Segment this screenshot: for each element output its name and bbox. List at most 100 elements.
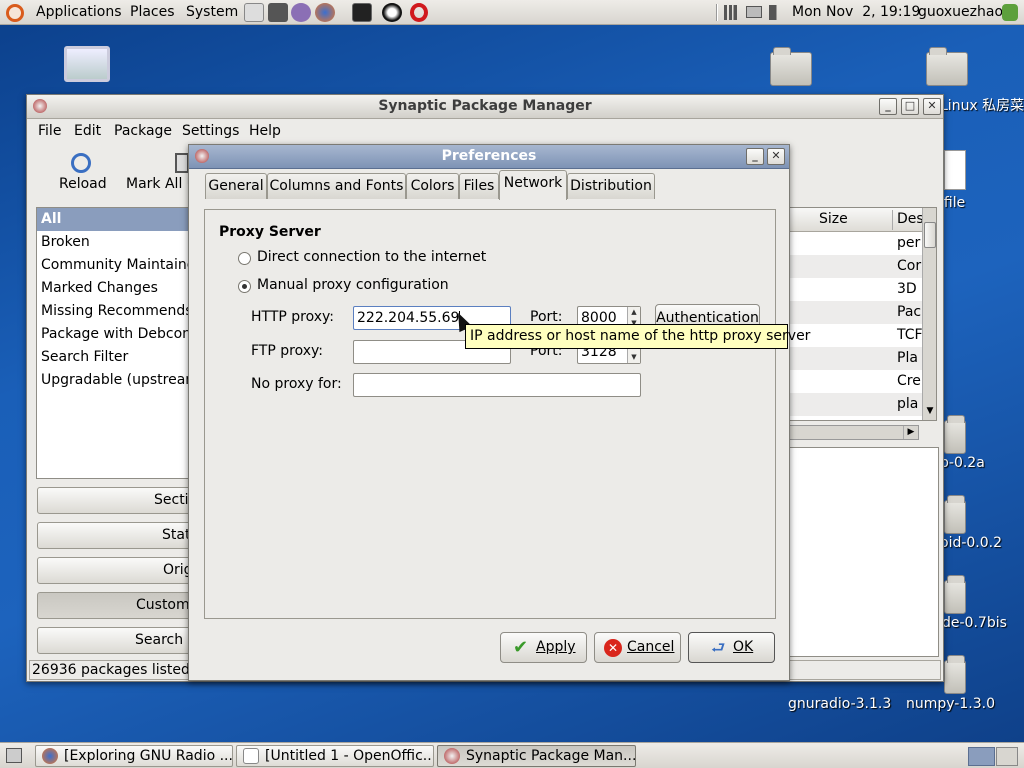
maximize-button[interactable]: □: [901, 98, 919, 115]
apply-button[interactable]: ✔ Apply: [500, 632, 587, 663]
folder-icon[interactable]: [926, 47, 968, 86]
menu-system[interactable]: System: [186, 2, 238, 22]
close-button[interactable]: ✕: [767, 148, 785, 165]
filter-item-all[interactable]: All: [37, 208, 195, 231]
preferences-titlebar[interactable]: Preferences _ ✕: [189, 145, 789, 169]
minimize-button[interactable]: _: [746, 148, 764, 165]
table-row[interactable]: per: [790, 232, 936, 255]
tab-general[interactable]: General: [205, 173, 267, 199]
workspace-switcher[interactable]: [996, 747, 1018, 766]
tab-colors[interactable]: Colors: [406, 173, 459, 199]
folder-icon[interactable]: [944, 575, 966, 614]
network-signal-icon[interactable]: [724, 5, 740, 20]
table-row[interactable]: 3D: [790, 278, 936, 301]
show-desktop-icon[interactable]: [6, 748, 22, 763]
pidgin-icon[interactable]: [291, 3, 311, 22]
option-direct-label[interactable]: Direct connection to the internet: [257, 249, 486, 265]
mail-icon[interactable]: [244, 3, 264, 22]
synaptic-titlebar[interactable]: Synaptic Package Manager _ □ ✕: [27, 95, 943, 119]
reload-button[interactable]: Reload: [59, 176, 107, 192]
desktop-icon-label[interactable]: p-0.2a: [940, 455, 985, 471]
computer-icon[interactable]: [64, 46, 110, 82]
terminal-icon[interactable]: [352, 3, 372, 22]
synaptic-app-icon: [444, 748, 460, 764]
table-row[interactable]: Pac: [790, 301, 936, 324]
firefox-icon[interactable]: [315, 3, 335, 22]
file-icon[interactable]: [944, 150, 966, 190]
desktop-icon-label[interactable]: Linux 私房菜: [940, 95, 1024, 115]
table-row[interactable]: TCF: [790, 324, 936, 347]
menu-package[interactable]: Package: [114, 123, 172, 139]
spin-up-icon[interactable]: ▲: [627, 307, 640, 318]
desktop-icon-label[interactable]: numpy-1.3.0: [906, 696, 995, 712]
menu-settings[interactable]: Settings: [182, 123, 239, 139]
opera-icon[interactable]: [410, 3, 428, 22]
desktop-icon-label[interactable]: gnuradio-3.1.3: [788, 696, 891, 712]
status-button[interactable]: Status: [37, 522, 197, 549]
filter-item[interactable]: Community Maintaine: [41, 254, 195, 277]
desktop-icon-label[interactable]: oid-0.0.2: [940, 535, 1002, 551]
table-row[interactable]: Cor: [790, 255, 936, 278]
column-description[interactable]: Des: [897, 211, 924, 227]
radio-manual-proxy[interactable]: [238, 280, 251, 293]
spin-down-icon[interactable]: ▼: [627, 352, 640, 363]
column-size[interactable]: Size: [819, 211, 848, 227]
tab-distribution[interactable]: Distribution: [567, 173, 655, 199]
proxy-tooltip: IP address or host name of the http prox…: [465, 324, 810, 349]
folder-icon[interactable]: [944, 415, 966, 454]
mark-all-upgrades-button[interactable]: Mark All U: [126, 176, 197, 192]
no-proxy-input[interactable]: [353, 373, 641, 397]
taskbar-item-synaptic[interactable]: Synaptic Package Man...: [437, 745, 636, 767]
origin-button[interactable]: Origin: [37, 557, 197, 584]
folder-icon[interactable]: [944, 495, 966, 534]
desktop-icon-label[interactable]: de-0.7bis: [942, 615, 1007, 631]
filter-item[interactable]: Upgradable (upstream: [41, 369, 195, 392]
filter-item[interactable]: Marked Changes: [41, 277, 191, 300]
horizontal-scrollbar[interactable]: ▶: [789, 425, 919, 440]
volume-icon[interactable]: [769, 5, 784, 20]
vertical-scrollbar[interactable]: ▼: [922, 208, 936, 420]
reload-icon[interactable]: [71, 153, 91, 173]
search-results-button[interactable]: Search Results: [37, 627, 197, 654]
mark-all-icon[interactable]: [175, 153, 189, 173]
folder-icon[interactable]: [770, 47, 812, 86]
folder-icon[interactable]: [944, 655, 966, 694]
taskbar-item-openoffice[interactable]: [Untitled 1 - OpenOffic...: [236, 745, 434, 767]
table-row[interactable]: pla: [790, 393, 936, 416]
ok-button[interactable]: ⮐ OK: [688, 632, 775, 663]
scrollbar-thumb[interactable]: [924, 222, 936, 248]
qq-penguin-icon[interactable]: [382, 3, 402, 22]
menu-file[interactable]: File: [38, 123, 61, 139]
menu-edit[interactable]: Edit: [74, 123, 101, 139]
menu-applications[interactable]: Applications: [36, 2, 122, 22]
radio-direct-connection[interactable]: [238, 252, 251, 265]
table-row[interactable]: Pla: [790, 347, 936, 370]
scroll-down-icon[interactable]: ▼: [924, 404, 936, 418]
filter-item[interactable]: Missing Recommends: [41, 300, 193, 323]
sections-button[interactable]: Sections: [37, 487, 197, 514]
ubuntu-logo-icon[interactable]: [6, 4, 24, 22]
close-button[interactable]: ✕: [923, 98, 941, 115]
filter-item[interactable]: Search Filter: [41, 346, 191, 369]
tab-columns-and-fonts[interactable]: Columns and Fonts: [267, 173, 406, 199]
column-header[interactable]: Size Des: [790, 208, 936, 232]
scroll-right-icon[interactable]: ▶: [903, 426, 918, 439]
minimize-button[interactable]: _: [879, 98, 897, 115]
menu-help[interactable]: Help: [249, 123, 281, 139]
cancel-button[interactable]: ✕ Cancel: [594, 632, 681, 663]
user-name[interactable]: guoxuezhao: [918, 2, 1003, 22]
taskbar-item-firefox[interactable]: [Exploring GNU Radio ...: [35, 745, 233, 767]
tab-network[interactable]: Network: [499, 170, 567, 200]
logout-icon[interactable]: [1002, 4, 1018, 21]
tab-files[interactable]: Files: [459, 173, 499, 199]
menu-places[interactable]: Places: [130, 2, 175, 22]
filter-item[interactable]: Broken: [41, 231, 191, 254]
custom-filters-button[interactable]: Custom Filters: [37, 592, 197, 619]
workspace-switcher[interactable]: [968, 747, 995, 766]
battery-icon[interactable]: [746, 6, 762, 18]
option-manual-label[interactable]: Manual proxy configuration: [257, 277, 449, 293]
filter-item[interactable]: Package with Debconf: [41, 323, 195, 346]
clock[interactable]: Mon Nov 2, 19:19: [792, 2, 920, 22]
table-row[interactable]: Cre: [790, 370, 936, 393]
camera-icon[interactable]: [268, 3, 288, 22]
